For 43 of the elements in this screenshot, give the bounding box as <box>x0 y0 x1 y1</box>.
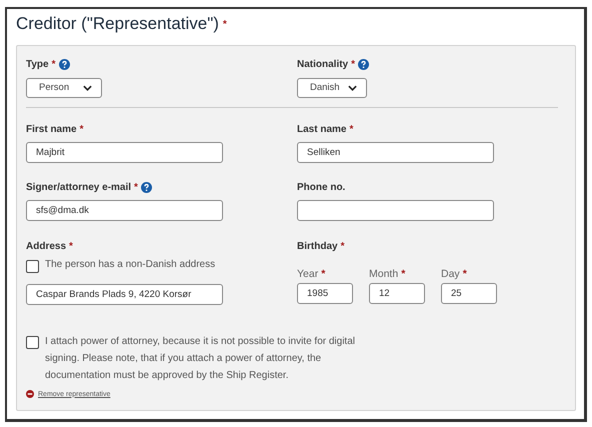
remove-icon <box>26 390 34 398</box>
required-mark: * <box>401 268 406 280</box>
input-field[interactable]: 25 <box>441 283 497 304</box>
field-label: Phone no. <box>297 182 346 192</box>
field-label: First name <box>26 124 77 134</box>
checkbox-label: I attach power of attorney, because it is not possible to invite for digital signing. Please note, that if you attach a power of attorney, the documentation must be approved by the Ship Register. <box>45 335 356 383</box>
required-mark: * <box>340 240 344 252</box>
field-label: Type <box>26 58 49 70</box>
required-mark: * <box>69 240 73 252</box>
required-mark: * <box>52 58 56 70</box>
input-field[interactable]: 1985 <box>297 283 353 304</box>
caret-icon <box>83 84 92 90</box>
section-title: Creditor ("Representative") <box>16 14 219 34</box>
help-icon[interactable] <box>58 58 70 70</box>
required-mark: * <box>134 182 138 192</box>
required-mark: * <box>321 268 326 280</box>
required-mark: * <box>80 124 84 134</box>
required-mark: * <box>462 268 467 280</box>
input-field[interactable]: Caspar Brands Plads 9, 4220 Korsør <box>26 284 223 305</box>
field-label: Year <box>297 268 318 280</box>
caret-icon <box>348 84 357 90</box>
input-field[interactable]: Majbrit <box>26 142 223 163</box>
field-label: Address <box>26 240 66 252</box>
field-label: Signer/attorney e-mail <box>26 182 132 192</box>
field-label: Birthday <box>297 240 338 252</box>
dropdown[interactable]: Person <box>26 78 102 98</box>
field-label: Nationality <box>297 58 348 70</box>
input-field[interactable] <box>297 200 494 221</box>
field-label: Day <box>441 268 460 280</box>
help-icon[interactable] <box>358 58 370 70</box>
field-label: Month <box>369 268 398 280</box>
required-mark: * <box>222 18 227 30</box>
required-mark: * <box>351 58 356 70</box>
input-field[interactable]: Selliken <box>297 142 494 163</box>
checkbox[interactable] <box>26 260 39 273</box>
required-mark: * <box>349 124 354 134</box>
dropdown[interactable]: Danish <box>297 78 367 98</box>
field-label: Last name <box>297 124 346 134</box>
help-icon[interactable] <box>140 182 152 192</box>
checkbox[interactable] <box>26 336 39 349</box>
input-field[interactable]: sfs@dma.dk <box>26 200 223 221</box>
checkbox-label: The person has a non-Danish address <box>45 258 216 272</box>
input-field[interactable]: 12 <box>369 283 425 304</box>
